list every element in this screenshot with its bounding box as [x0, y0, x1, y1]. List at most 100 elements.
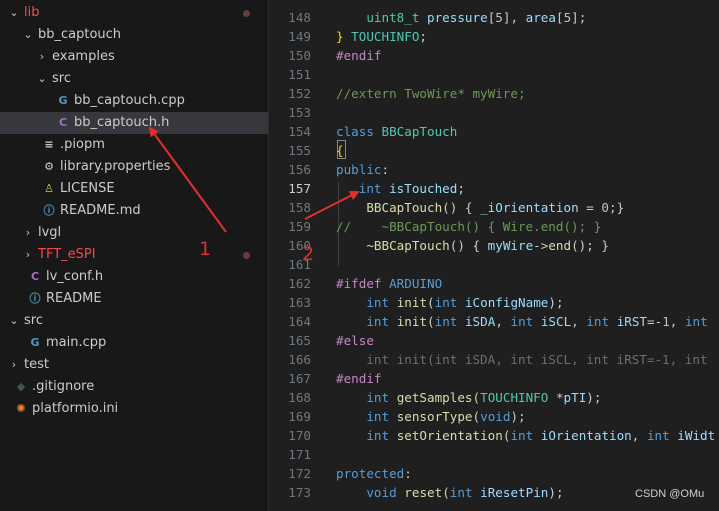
tree-item-src[interactable]: ⌄ src [0, 310, 268, 332]
code-editor[interactable]: 148 uint8_t pressure[5], area[5]; 149} TO… [269, 0, 719, 511]
tree-item--gitignore[interactable]: ◆ .gitignore [0, 376, 268, 398]
tree-item-test[interactable]: › test [0, 354, 268, 376]
code-line[interactable]: 166 int init(int iSDA, int iSCL, int iRS… [269, 350, 719, 369]
code-token: iResetPin [480, 485, 549, 500]
line-number: 154 [288, 124, 311, 139]
tree-item-lvgl[interactable]: › lvgl [0, 222, 268, 244]
code-token: int [358, 181, 382, 196]
tree-item-label: lvgl [38, 225, 62, 240]
code-token: isTouched [389, 181, 458, 196]
code-text: #endif [336, 369, 382, 388]
code-line[interactable]: 150 #endif [269, 46, 719, 65]
code-line[interactable]: 165 #else [269, 331, 719, 350]
tree-item-platformio-ini[interactable]: ✺ platformio.ini [0, 398, 268, 420]
tree-item-src[interactable]: ⌄ src [0, 68, 268, 90]
chevron-right-icon[interactable]: › [22, 244, 34, 266]
tree-item-bb-captouch-cpp[interactable]: Gbb_captouch.cpp [0, 90, 268, 112]
chevron-right-icon[interactable]: › [36, 46, 48, 68]
tree-item-main-cpp[interactable]: Gmain.cpp [0, 332, 268, 354]
tree-item-label: .piopm [60, 137, 105, 152]
code-line[interactable]: 172 protected: [269, 464, 719, 483]
tree-item-lib[interactable]: ⌄ lib [0, 2, 268, 24]
code-line[interactable]: 164 int init(int iSDA, int iSCL, int iRS… [269, 312, 719, 331]
code-line[interactable]: 169 int sensorType(void); [269, 407, 719, 426]
chevron-right-icon[interactable]: › [22, 222, 34, 244]
line-number: 172 [288, 466, 311, 481]
line-number: 150 [288, 48, 311, 63]
code-line[interactable]: 154 class BBCapTouch [269, 122, 719, 141]
code-line[interactable]: 162 #ifdef ARDUINO [269, 274, 719, 293]
code-line[interactable]: 149} TOUCHINFO; [269, 27, 719, 46]
chevron-down-icon[interactable]: ⌄ [22, 24, 34, 46]
code-text: { [336, 141, 344, 160]
chevron-right-icon[interactable]: › [8, 354, 20, 376]
code-line[interactable]: 157 int isTouched; [269, 179, 719, 198]
tree-item-bb-captouch-h[interactable]: Cbb_captouch.h [0, 112, 268, 134]
code-token: : [404, 466, 412, 481]
tree-item-license[interactable]: ♙ LICENSE [0, 178, 268, 200]
code-line[interactable]: 167 #endif [269, 369, 719, 388]
code-line[interactable]: 153 [269, 103, 719, 122]
code-line[interactable]: 171 [269, 445, 719, 464]
code-line[interactable]: 155 { [269, 141, 719, 160]
tree-item-label: README.md [60, 203, 141, 218]
code-line[interactable]: 159 // ~BBCapTouch() { Wire.end(); } [269, 217, 719, 236]
code-line[interactable]: 161 [269, 255, 719, 274]
tree-item-examples[interactable]: › examples [0, 46, 268, 68]
code-text: int init(int iSDA, int iSCL, int iRST=-1… [336, 350, 708, 369]
code-token: iSDA [464, 314, 496, 329]
tree-item-bb-captouch[interactable]: ⌄ bb_captouch [0, 24, 268, 46]
code-line[interactable]: 158 BBCapTouch() { _iOrientation = 0;} [269, 198, 719, 217]
line-number: 162 [288, 276, 311, 291]
chevron-down-icon[interactable]: ⌄ [36, 68, 48, 90]
tree-item-readme[interactable]: ⓘ README [0, 288, 268, 310]
code-line[interactable]: 160 ~BBCapTouch() { myWire->end(); } [269, 236, 719, 255]
code-line[interactable]: 170 int setOrientation(int iOrientation,… [269, 426, 719, 445]
code-token: ]; [571, 10, 587, 25]
code-line[interactable]: 151 [269, 65, 719, 84]
code-token: () { [442, 200, 481, 215]
chevron-down-icon[interactable]: ⌄ [8, 2, 20, 24]
code-token: iWidt [677, 428, 716, 443]
code-token: init [396, 295, 428, 310]
c-header-file-icon: C [58, 116, 68, 129]
tree-item--piopm[interactable]: ≡ .piopm [0, 134, 268, 156]
tree-item-lv-conf-h[interactable]: Clv_conf.h [0, 266, 268, 288]
code-token: int [510, 314, 534, 329]
code-token: init [396, 314, 428, 329]
tree-item-tft-espi[interactable]: › TFT_eSPI [0, 244, 268, 266]
code-token: TOUCHINFO [480, 390, 549, 405]
code-token: int init(int iSDA, int iSCL, int iRST=-1… [336, 352, 708, 367]
line-number: 158 [288, 200, 311, 215]
chevron-down-icon[interactable]: ⌄ [8, 310, 20, 332]
tree-item-readme-md[interactable]: ⓘ README.md [0, 200, 268, 222]
code-text: int getSamples(TOUCHINFO *pTI); [336, 388, 601, 407]
code-text: int isTouched; [336, 179, 465, 198]
code-token: = [578, 200, 602, 215]
code-token: _iOrientation [480, 200, 579, 215]
tree-item-label: lv_conf.h [46, 269, 104, 284]
code-line[interactable]: 168 int getSamples(TOUCHINFO *pTI); [269, 388, 719, 407]
code-token: area [525, 10, 556, 25]
code-token: int [434, 314, 458, 329]
code-token: =- [647, 314, 663, 329]
tree-item-library-properties[interactable]: ⚙ library.properties [0, 156, 268, 178]
cpp-file-icon: G [30, 336, 40, 349]
code-line[interactable]: 163 int init(int iConfigName); [269, 293, 719, 312]
code-text: class BBCapTouch [336, 122, 457, 141]
code-line[interactable]: 156 public: [269, 160, 719, 179]
tree-item-label: lib [24, 5, 40, 20]
code-line[interactable]: 152 //extern TwoWire* myWire; [269, 84, 719, 103]
code-token: uint8_t [366, 10, 420, 25]
code-line[interactable]: 148 uint8_t pressure[5], area[5]; [269, 8, 719, 27]
code-token: , [631, 428, 647, 443]
tree-item-label: bb_captouch [38, 27, 122, 42]
